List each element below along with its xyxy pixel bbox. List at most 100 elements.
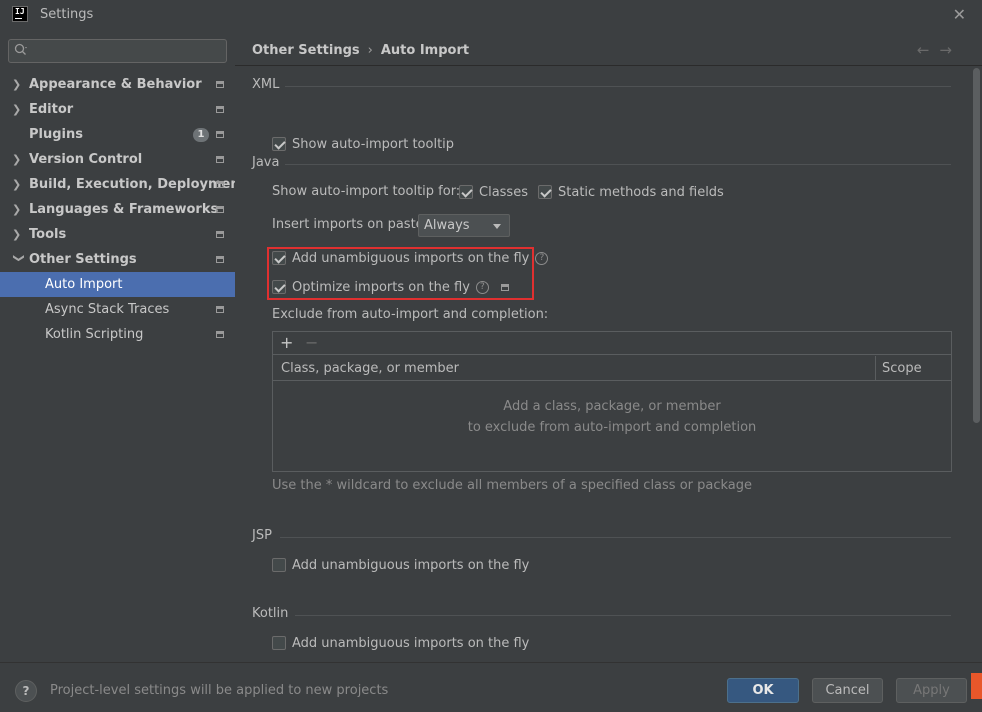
table-toolbar: + − [273, 332, 951, 355]
kotlin-add-unambiguous-checkbox[interactable] [272, 636, 286, 650]
sidebar-item-label: Build, Execution, Deployment [29, 177, 246, 192]
settings-tree: ❯ Appearance & Behavior ❯ Editor Plugins… [0, 72, 246, 347]
apply-button[interactable]: Apply [896, 678, 967, 703]
vertical-scrollbar[interactable] [973, 68, 980, 423]
column-header-member[interactable]: Class, package, or member [281, 361, 459, 376]
checkbox-label: Classes [479, 184, 528, 200]
xml-show-tooltip-row[interactable]: Show auto-import tooltip [272, 135, 454, 153]
chevron-right-icon[interactable]: ❯ [12, 172, 24, 197]
close-icon[interactable]: ✕ [953, 5, 966, 24]
help-button[interactable]: ? [15, 680, 37, 702]
project-level-icon [216, 181, 224, 188]
wildcard-hint: Use the * wildcard to exclude all member… [272, 478, 753, 493]
sidebar-item-tools[interactable]: ❯ Tools [0, 222, 235, 247]
insert-on-paste-label: Insert imports on paste: [272, 217, 429, 232]
xml-show-tooltip-checkbox[interactable] [272, 137, 286, 151]
column-header-scope[interactable]: Scope [882, 361, 922, 376]
exclude-table: + − Class, package, or member Scope Add … [272, 331, 952, 472]
column-divider[interactable] [875, 356, 876, 381]
search-icon [14, 43, 29, 58]
sidebar-item-languages-frameworks[interactable]: ❯ Languages & Frameworks [0, 197, 235, 222]
section-title-kotlin: Kotlin [252, 606, 289, 621]
sidebar-item-label: Other Settings [29, 252, 137, 267]
dropdown-arrow-icon [493, 224, 501, 229]
title-bar: IJ Settings ✕ [0, 0, 982, 30]
java-add-unambiguous-row[interactable]: Add unambiguous imports on the fly ? [272, 249, 549, 267]
forward-arrow-icon[interactable]: → [939, 41, 962, 59]
settings-sidebar: ❯ Appearance & Behavior ❯ Editor Plugins… [0, 30, 246, 662]
java-optimize-imports-checkbox[interactable] [272, 280, 286, 294]
jsp-add-unambiguous-row[interactable]: Add unambiguous imports on the fly [272, 556, 529, 574]
chevron-right-icon[interactable]: ❯ [12, 72, 24, 97]
sidebar-item-label: Auto Import [45, 277, 123, 292]
insert-on-paste-select[interactable]: Always [418, 214, 510, 237]
chevron-right-icon[interactable]: ❯ [12, 197, 24, 222]
java-classes-row[interactable]: Classes [459, 183, 528, 201]
search-input[interactable] [33, 42, 221, 60]
sidebar-item-kotlin-scripting[interactable]: Kotlin Scripting [0, 322, 235, 347]
section-title-jsp: JSP [252, 528, 272, 543]
sidebar-item-label: Kotlin Scripting [45, 327, 144, 342]
cancel-button[interactable]: Cancel [812, 678, 883, 703]
project-level-icon [216, 256, 224, 263]
sidebar-item-editor[interactable]: ❯ Editor [0, 97, 235, 122]
tooltip-for-label: Show auto-import tooltip for: [272, 184, 461, 199]
sidebar-item-appearance-behavior[interactable]: ❯ Appearance & Behavior [0, 72, 235, 97]
jsp-add-unambiguous-checkbox[interactable] [272, 558, 286, 572]
sidebar-item-label: Editor [29, 102, 74, 117]
footer-note: Project-level settings will be applied t… [50, 683, 389, 698]
exclude-label: Exclude from auto-import and completion: [272, 307, 549, 322]
project-level-icon [216, 156, 224, 163]
select-value: Always [424, 218, 470, 233]
project-level-icon [216, 106, 224, 113]
back-arrow-icon[interactable]: ← [917, 41, 940, 59]
java-static-methods-row[interactable]: Static methods and fields [538, 183, 724, 201]
table-empty-text-line1: Add a class, package, or member [503, 399, 721, 414]
breadcrumb-separator: › [367, 43, 373, 58]
checkbox-label: Add unambiguous imports on the fly [292, 250, 530, 266]
settings-scroll-area[interactable]: XML Show auto-import tooltip Java Show a… [235, 66, 982, 662]
project-level-icon [216, 206, 224, 213]
add-icon[interactable]: + [280, 333, 293, 352]
chevron-right-icon[interactable]: ❯ [12, 222, 24, 247]
checkbox-label: Add unambiguous imports on the fly [292, 635, 530, 651]
kotlin-add-unambiguous-row[interactable]: Add unambiguous imports on the fly [272, 634, 529, 652]
breadcrumb-parent[interactable]: Other Settings [252, 43, 360, 58]
project-level-icon [216, 306, 224, 313]
remove-icon[interactable]: − [305, 333, 318, 352]
sidebar-item-label: Appearance & Behavior [29, 77, 202, 92]
sidebar-item-label: Async Stack Traces [45, 302, 170, 317]
java-optimize-imports-row[interactable]: Optimize imports on the fly ? [272, 278, 509, 296]
sidebar-item-label: Plugins [29, 127, 83, 142]
sidebar-item-build-execution-deployment[interactable]: ❯ Build, Execution, Deployment [0, 172, 246, 197]
java-classes-checkbox[interactable] [459, 185, 473, 199]
sidebar-item-auto-import[interactable]: Auto Import [0, 272, 235, 297]
sidebar-item-label: Version Control [29, 152, 143, 167]
table-empty-text-line2: to exclude from auto-import and completi… [467, 420, 757, 435]
sidebar-item-label: Tools [29, 227, 67, 242]
section-divider [280, 537, 951, 538]
sidebar-item-plugins[interactable]: Plugins 1 [0, 122, 235, 147]
corner-overlay-icon [971, 673, 982, 699]
help-icon[interactable]: ? [535, 251, 549, 265]
chevron-down-icon[interactable]: ❯ [7, 254, 32, 266]
settings-search-box[interactable] [8, 39, 227, 63]
ok-button[interactable]: OK [727, 678, 799, 703]
java-add-unambiguous-checkbox[interactable] [272, 251, 286, 265]
dialog-footer: ? Project-level settings will be applied… [0, 662, 982, 712]
help-icon[interactable]: ? [475, 280, 489, 294]
sidebar-item-other-settings[interactable]: ❯ Other Settings [0, 247, 235, 272]
sidebar-item-label: Languages & Frameworks [29, 202, 219, 217]
sidebar-item-async-stack-traces[interactable]: Async Stack Traces [0, 297, 235, 322]
table-header: Class, package, or member Scope [273, 356, 951, 381]
chevron-right-icon[interactable]: ❯ [12, 147, 24, 172]
sidebar-item-version-control[interactable]: ❯ Version Control [0, 147, 235, 172]
project-level-icon [500, 283, 509, 291]
chevron-right-icon[interactable]: ❯ [12, 97, 24, 122]
section-title-java: Java [252, 155, 280, 170]
breadcrumb: Other Settings › Auto Import [252, 43, 469, 58]
history-navigation: ←→ [917, 41, 962, 59]
checkbox-label: Optimize imports on the fly [292, 279, 470, 295]
java-static-methods-checkbox[interactable] [538, 185, 552, 199]
checkbox-label: Add unambiguous imports on the fly [292, 557, 530, 573]
